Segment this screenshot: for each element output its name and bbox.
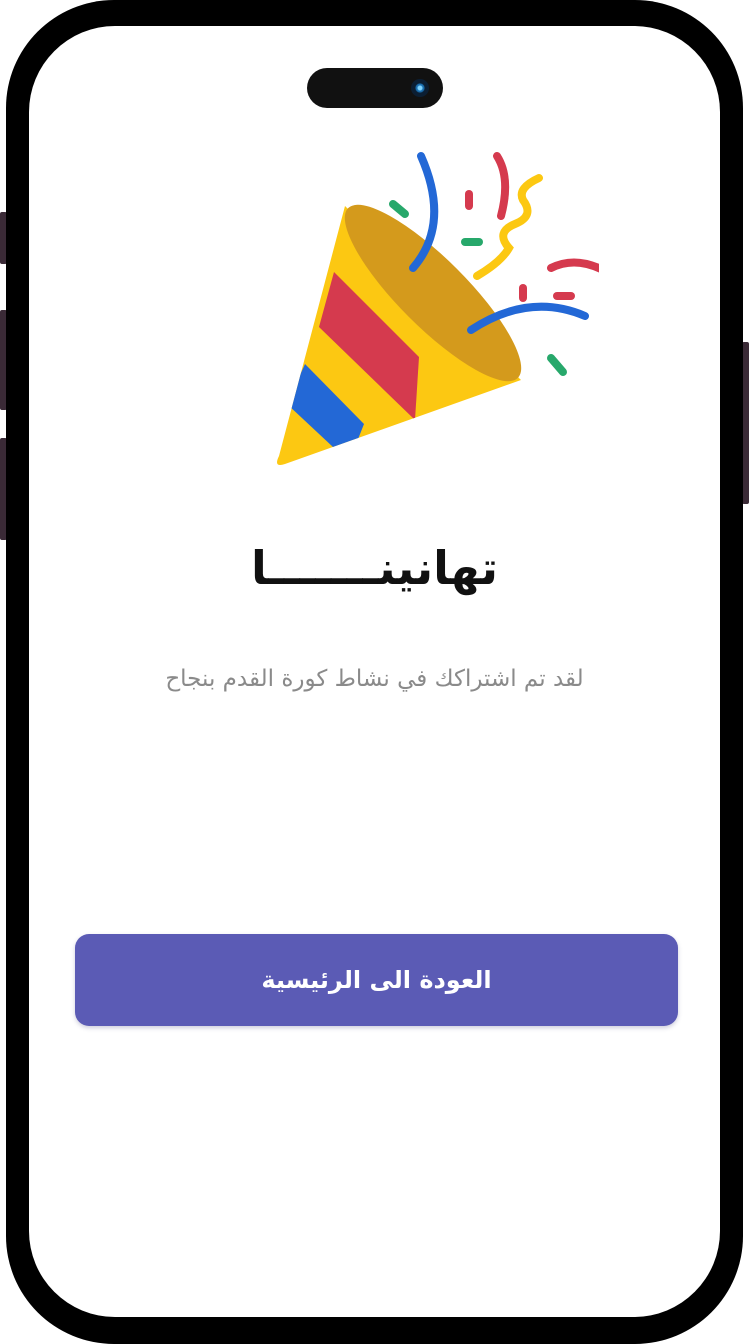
phone-body: تهانينـــــــا لقد تم اشتراكك في نشاط كو… [6,0,743,1344]
party-popper-icon [239,132,607,482]
power-button [742,342,749,504]
page-title: تهانينـــــــا [250,541,499,595]
back-to-home-button[interactable]: العودة الى الرئيسية [75,934,678,1026]
device-frame: تهانينـــــــا لقد تم اشتراكك في نشاط كو… [0,0,749,1344]
success-screen: تهانينـــــــا لقد تم اشتراكك في نشاط كو… [29,26,720,1317]
dynamic-island [307,68,443,108]
success-message: لقد تم اشتراكك في نشاط كورة القدم بنجاح [165,666,584,692]
camera-icon [411,79,429,97]
